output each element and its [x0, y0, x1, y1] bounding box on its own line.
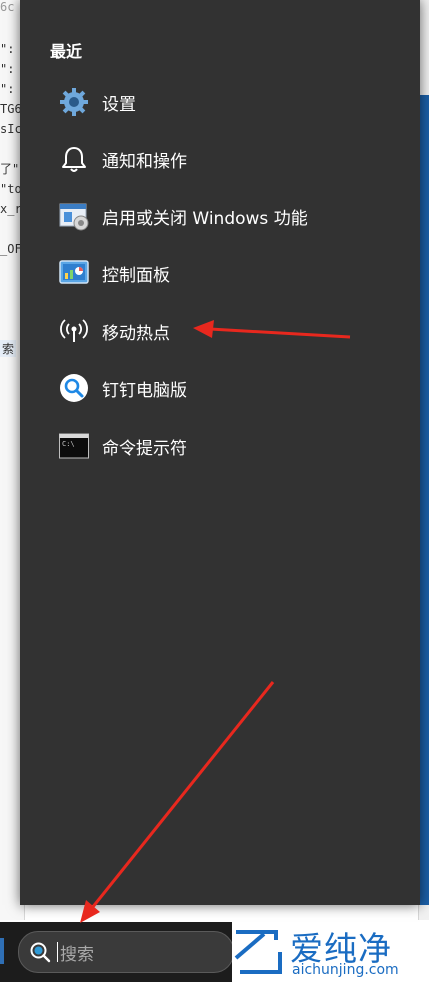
recent-item-dingtalk[interactable]: 钉钉电脑版 — [58, 368, 388, 408]
recent-item-label: 设置 — [102, 94, 136, 115]
editor-line: ": — [0, 82, 15, 96]
recent-item-label: 通知和操作 — [102, 151, 187, 172]
editor-line: TG6 — [0, 102, 22, 116]
editor-line: ": — [0, 42, 15, 56]
watermark: 爱纯净 aichunjing.com — [232, 922, 429, 982]
watermark-logo-icon — [234, 930, 282, 974]
editor-line: 6c — [0, 0, 15, 14]
start-search-panel: 最近 设置 通知和操作 启用或关闭 Windows 功能 控制面板 移动热点 钉… — [20, 0, 420, 905]
recent-item-control-panel[interactable]: 控制面板 — [58, 253, 388, 293]
settings-gear-icon — [58, 86, 90, 118]
recent-item-windows-features[interactable]: 启用或关闭 Windows 功能 — [58, 196, 388, 236]
taskbar-search-box[interactable]: 搜索 — [18, 931, 234, 973]
recent-section-title: 最近 — [50, 42, 83, 61]
editor-line: sIc — [0, 122, 22, 136]
editor-line: "to — [0, 182, 22, 196]
mobile-hotspot-icon — [58, 315, 90, 347]
recent-item-settings[interactable]: 设置 — [58, 82, 388, 122]
recent-item-label: 启用或关闭 Windows 功能 — [102, 208, 308, 229]
dingtalk-icon — [58, 372, 90, 404]
command-prompt-icon: C:\ — [58, 430, 90, 462]
editor-line: ": — [0, 62, 15, 76]
watermark-url: aichunjing.com — [292, 962, 399, 978]
notification-bell-icon — [58, 143, 90, 175]
editor-line: 了" — [0, 162, 20, 176]
start-button-edge[interactable] — [0, 938, 4, 964]
editor-line: x_r — [0, 202, 22, 216]
editor-line: 索 — [0, 340, 17, 357]
recent-item-label: 命令提示符 — [102, 438, 187, 459]
text-caret — [57, 942, 58, 962]
recent-item-mobile-hotspot[interactable]: 移动热点 — [58, 311, 388, 351]
recent-item-label: 控制面板 — [102, 265, 170, 286]
search-placeholder[interactable]: 搜索 — [60, 940, 94, 965]
search-icon — [27, 939, 53, 965]
windows-features-icon — [58, 200, 90, 232]
editor-line: _OF — [0, 242, 22, 256]
recent-item-label: 移动热点 — [102, 323, 170, 344]
control-panel-icon — [58, 257, 90, 289]
recent-item-command-prompt[interactable]: C:\ 命令提示符 — [58, 426, 388, 466]
recent-item-notifications[interactable]: 通知和操作 — [58, 139, 388, 179]
recent-item-label: 钉钉电脑版 — [102, 380, 187, 401]
svg-text:C:\: C:\ — [62, 440, 75, 448]
background-accent-bar — [420, 95, 429, 905]
